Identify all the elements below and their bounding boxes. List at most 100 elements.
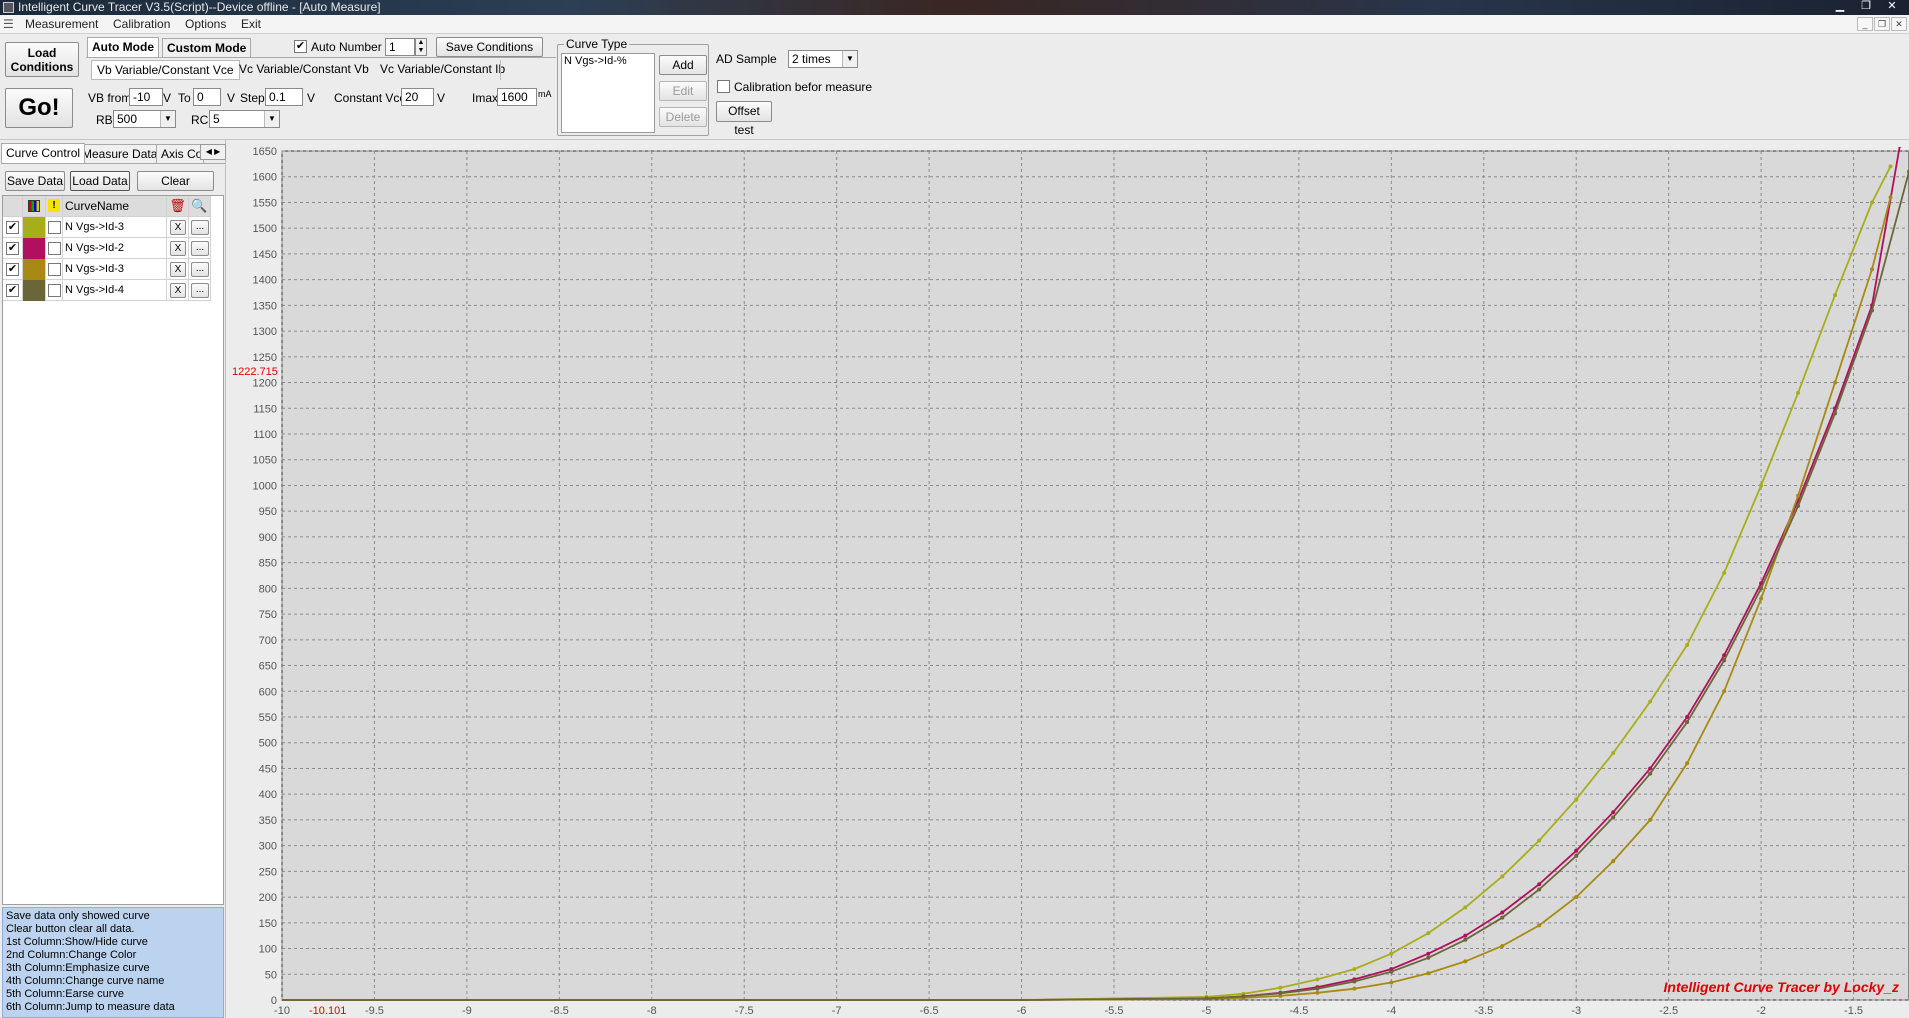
tab-scroll-arrows[interactable]: ◀ ▶ bbox=[200, 144, 226, 160]
mdi-close-icon[interactable]: ✕ bbox=[1891, 17, 1907, 31]
show-curve-checkbox[interactable]: ✔ bbox=[6, 221, 19, 234]
go-button[interactable]: Go! bbox=[5, 88, 73, 128]
jump-to-data-button[interactable]: ... bbox=[191, 241, 209, 256]
data-point bbox=[1389, 969, 1394, 974]
chevron-down-icon[interactable]: ▼ bbox=[160, 111, 175, 127]
mdi-restore-icon[interactable]: ❐ bbox=[1874, 17, 1890, 31]
save-conditions-button[interactable]: Save Conditions bbox=[436, 37, 543, 57]
subtab-vc-variable-vb[interactable]: Vc Variable/Constant Vb bbox=[234, 60, 374, 80]
menu-exit[interactable]: Exit bbox=[241, 17, 261, 31]
emphasize-checkbox[interactable] bbox=[48, 263, 61, 276]
rb-value: 500 bbox=[117, 112, 138, 126]
erase-column-icon: 🗑 bbox=[167, 196, 189, 217]
rc-select[interactable]: 5 ▼ bbox=[209, 110, 280, 128]
chevron-down-icon[interactable]: ▼ bbox=[842, 51, 857, 67]
erase-curve-button[interactable]: X bbox=[170, 283, 186, 298]
data-point bbox=[1463, 937, 1468, 942]
data-point bbox=[1574, 853, 1579, 858]
y-tick-label: 1650 bbox=[253, 147, 277, 158]
table-row[interactable]: ✔ N Vgs->Id-3 X ... bbox=[3, 259, 211, 280]
load-data-button[interactable]: Load Data bbox=[70, 171, 130, 191]
x-tick-label: -3 bbox=[1571, 1005, 1581, 1017]
tab-auto-mode[interactable]: Auto Mode bbox=[87, 37, 159, 57]
curve-color-swatch[interactable] bbox=[23, 238, 46, 259]
show-curve-checkbox[interactable]: ✔ bbox=[6, 263, 19, 276]
tab-measure-data[interactable]: Measure Data bbox=[77, 144, 163, 163]
chevron-down-icon[interactable]: ▼ bbox=[264, 111, 279, 127]
add-curve-type-button[interactable]: Add bbox=[659, 55, 707, 75]
curve-name-cell[interactable]: N Vgs->Id-4 bbox=[63, 280, 167, 301]
data-point bbox=[1759, 586, 1764, 591]
table-row[interactable]: ✔ N Vgs->Id-2 X ... bbox=[3, 238, 211, 259]
data-point bbox=[1352, 979, 1357, 984]
x-tick-label: -8 bbox=[647, 1005, 657, 1017]
menu-options[interactable]: Options bbox=[185, 17, 226, 31]
edit-curve-type-button[interactable]: Edit bbox=[659, 81, 707, 101]
curve-chart[interactable]: 0501001502002503003504004505005506006507… bbox=[230, 143, 1909, 1018]
constant-vce-input[interactable]: 20 bbox=[401, 88, 434, 106]
table-row[interactable]: ✔ N Vgs->Id-4 X ... bbox=[3, 280, 211, 301]
ad-sample-select[interactable]: 2 times ▼ bbox=[788, 50, 858, 68]
tab-axis-control[interactable]: Axis Co bbox=[156, 144, 204, 163]
step-unit: V bbox=[307, 91, 316, 105]
curve-type-item[interactable]: N Vgs->Id-% bbox=[564, 55, 652, 67]
vb-from-input[interactable]: -10 bbox=[129, 88, 163, 106]
help-line: Clear button clear all data. bbox=[6, 923, 135, 935]
curve-color-swatch[interactable] bbox=[23, 259, 46, 280]
subtab-vb-variable[interactable]: Vb Variable/Constant Vce bbox=[91, 60, 240, 80]
jump-to-data-button[interactable]: ... bbox=[191, 220, 209, 235]
curve-name-header: CurveName bbox=[63, 196, 167, 217]
emphasize-checkbox[interactable] bbox=[48, 221, 61, 234]
delete-curve-type-button[interactable]: Delete bbox=[659, 107, 707, 127]
to-label: To bbox=[178, 91, 191, 105]
erase-curve-button[interactable]: X bbox=[170, 220, 186, 235]
show-curve-checkbox[interactable]: ✔ bbox=[6, 242, 19, 255]
y-tick-label: 500 bbox=[259, 738, 277, 750]
data-point bbox=[1722, 570, 1727, 575]
curve-type-list[interactable]: N Vgs->Id-% bbox=[561, 53, 655, 133]
curve-name-cell[interactable]: N Vgs->Id-3 bbox=[63, 217, 167, 238]
calibration-label: Calibration befor measure bbox=[734, 80, 873, 94]
jump-to-data-button[interactable]: ... bbox=[191, 262, 209, 277]
auto-number-checkbox[interactable]: ✔ bbox=[294, 40, 307, 53]
tab-custom-mode[interactable]: Custom Mode bbox=[162, 38, 252, 58]
offset-test-button[interactable]: Offset test bbox=[716, 101, 772, 137]
imax-input[interactable]: 1600 bbox=[497, 88, 537, 106]
curve-name-cell[interactable]: N Vgs->Id-2 bbox=[63, 238, 167, 259]
erase-curve-button[interactable]: X bbox=[170, 241, 186, 256]
load-conditions-button[interactable]: Load Conditions bbox=[5, 42, 79, 77]
auto-number-spinner[interactable]: ▲ ▼ bbox=[415, 38, 427, 56]
mdi-minimize-icon[interactable]: _ bbox=[1857, 17, 1873, 31]
show-curve-checkbox[interactable]: ✔ bbox=[6, 284, 19, 297]
minimize-icon[interactable]: ▁ bbox=[1829, 0, 1851, 13]
erase-curve-button[interactable]: X bbox=[170, 262, 186, 277]
emphasize-checkbox[interactable] bbox=[48, 242, 61, 255]
tab-curve-control[interactable]: Curve Control bbox=[1, 143, 86, 163]
close-icon[interactable]: ✕ bbox=[1881, 0, 1903, 13]
menu-calibration[interactable]: Calibration bbox=[113, 17, 170, 31]
maximize-icon[interactable]: ❐ bbox=[1855, 0, 1877, 13]
clear-button[interactable]: Clear bbox=[137, 171, 214, 191]
to-input[interactable]: 0 bbox=[193, 88, 221, 106]
chart-area[interactable]: 0 50 100 150 200 250 300 350 400 450 500 550 600 650 7… bbox=[230, 143, 1909, 1018]
save-data-button[interactable]: Save Data bbox=[5, 171, 65, 191]
help-line: 4th Column:Change curve name bbox=[6, 975, 165, 987]
curve-color-swatch[interactable] bbox=[23, 280, 46, 301]
auto-number-input[interactable]: 1 bbox=[385, 38, 415, 56]
mdi-document-icon[interactable]: ☰ bbox=[3, 17, 18, 31]
calibration-checkbox[interactable] bbox=[717, 80, 730, 93]
curve-color-swatch[interactable] bbox=[23, 217, 46, 238]
step-input[interactable]: 0.1 bbox=[265, 88, 303, 106]
data-point bbox=[1796, 390, 1801, 395]
x-tick-label: -2 bbox=[1756, 1005, 1766, 1017]
title-bar: Intelligent Curve Tracer V3.5(Script)--D… bbox=[0, 0, 1909, 15]
rb-select[interactable]: 500 ▼ bbox=[113, 110, 176, 128]
subtab-vc-variable-ib[interactable]: Vc Variable/Constant Ib bbox=[375, 60, 510, 80]
emphasize-checkbox[interactable] bbox=[48, 284, 61, 297]
menu-measurement[interactable]: Measurement bbox=[25, 17, 98, 31]
curve-name-cell[interactable]: N Vgs->Id-3 bbox=[63, 259, 167, 280]
table-row[interactable]: ✔ N Vgs->Id-3 X ... bbox=[3, 217, 211, 238]
x-tick-label: -10 bbox=[274, 1005, 290, 1017]
jump-to-data-button[interactable]: ... bbox=[191, 283, 209, 298]
data-point bbox=[1888, 164, 1893, 169]
